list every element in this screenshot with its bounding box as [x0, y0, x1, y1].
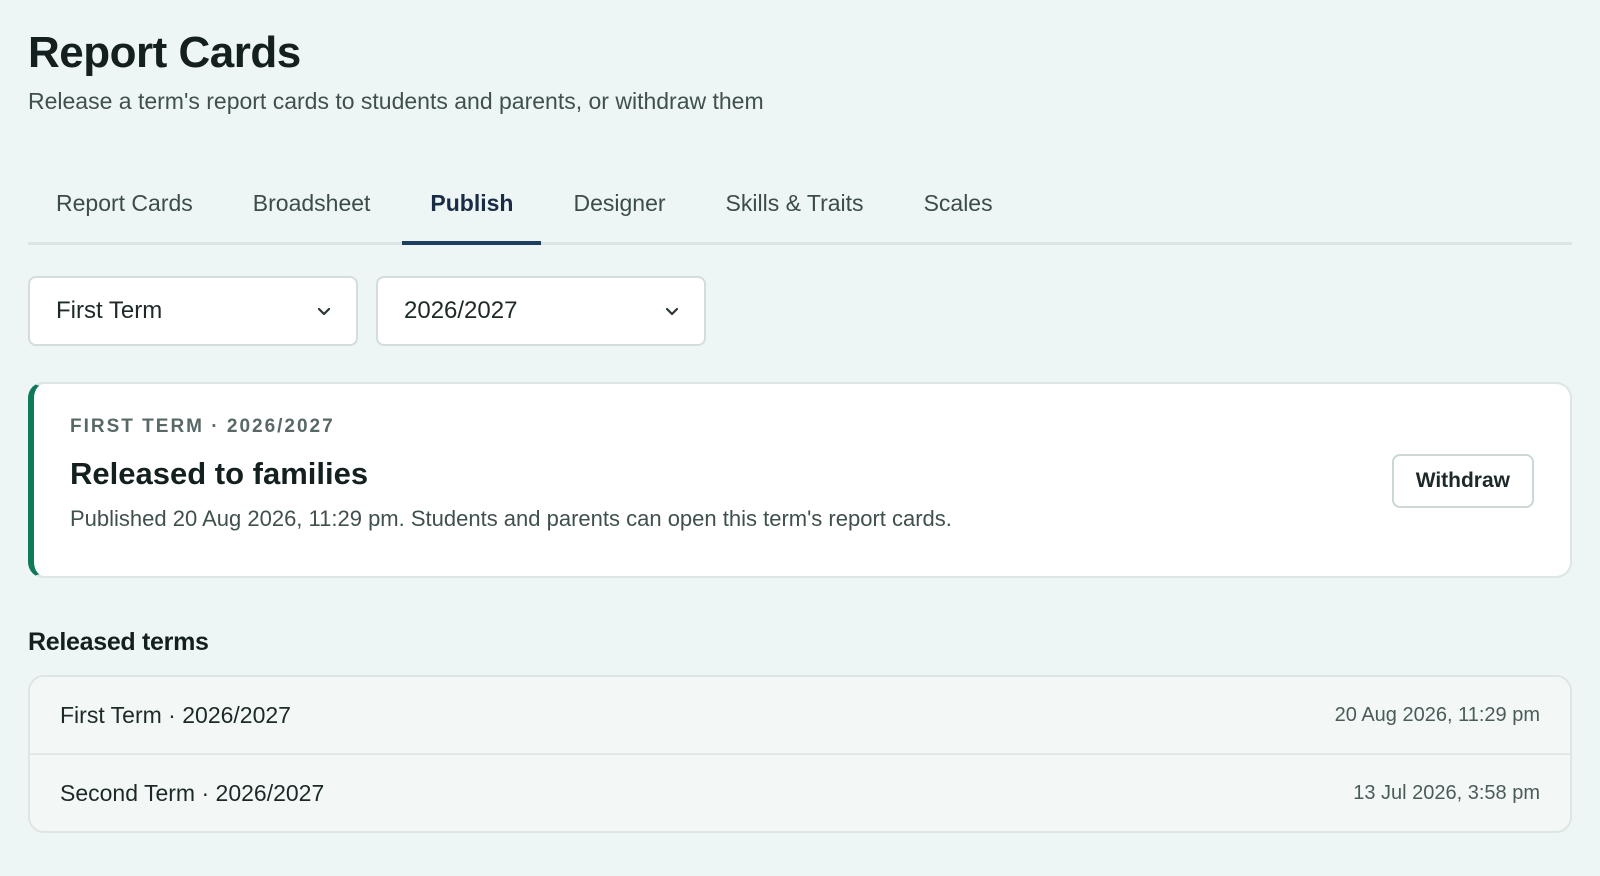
tab-scales[interactable]: Scales — [896, 178, 1021, 242]
released-term-name: First Term · 2026/2027 — [60, 701, 291, 728]
status-title: Released to families — [70, 456, 369, 491]
status-eyebrow: FIRST TERM · 2026/2027 — [70, 416, 335, 437]
tab-publish[interactable]: Publish — [402, 178, 542, 245]
session-select[interactable]: 2026/2027 — [376, 276, 706, 346]
term-select[interactable]: First Term — [28, 276, 358, 346]
chevron-down-icon — [316, 303, 332, 319]
session-select-value: 2026/2027 — [404, 297, 518, 324]
filter-bar: First Term 2026/2027 — [28, 276, 706, 346]
chevron-down-icon — [664, 303, 680, 319]
page-header: Report Cards Release a term's report car… — [28, 28, 764, 115]
released-term-date: 13 Jul 2026, 3:58 pm — [1353, 781, 1540, 804]
tab-designer[interactable]: Designer — [545, 178, 693, 242]
term-select-value: First Term — [56, 297, 163, 324]
page-title: Report Cards — [28, 28, 301, 77]
publish-status-card: FIRST TERM · 2026/2027 Released to famil… — [28, 382, 1572, 578]
list-item: First Term · 2026/2027 20 Aug 2026, 11:2… — [30, 677, 1570, 755]
released-term-name: Second Term · 2026/2027 — [60, 779, 325, 806]
tab-bar: Report Cards Broadsheet Publish Designer… — [28, 178, 1572, 245]
page-subtitle: Release a term's report cards to student… — [28, 88, 764, 114]
list-item: Second Term · 2026/2027 13 Jul 2026, 3:5… — [30, 755, 1570, 831]
withdraw-button[interactable]: Withdraw — [1391, 454, 1534, 508]
released-terms-list: First Term · 2026/2027 20 Aug 2026, 11:2… — [28, 675, 1572, 833]
tab-broadsheet[interactable]: Broadsheet — [225, 178, 399, 242]
released-term-date: 20 Aug 2026, 11:29 pm — [1334, 703, 1540, 726]
status-description: Published 20 Aug 2026, 11:29 pm. Student… — [70, 506, 952, 531]
released-terms-heading: Released terms — [28, 628, 209, 656]
tab-skills-traits[interactable]: Skills & Traits — [698, 178, 892, 242]
tab-report-cards[interactable]: Report Cards — [28, 178, 221, 242]
publish-page: Report Cards Release a term's report car… — [0, 0, 1600, 876]
